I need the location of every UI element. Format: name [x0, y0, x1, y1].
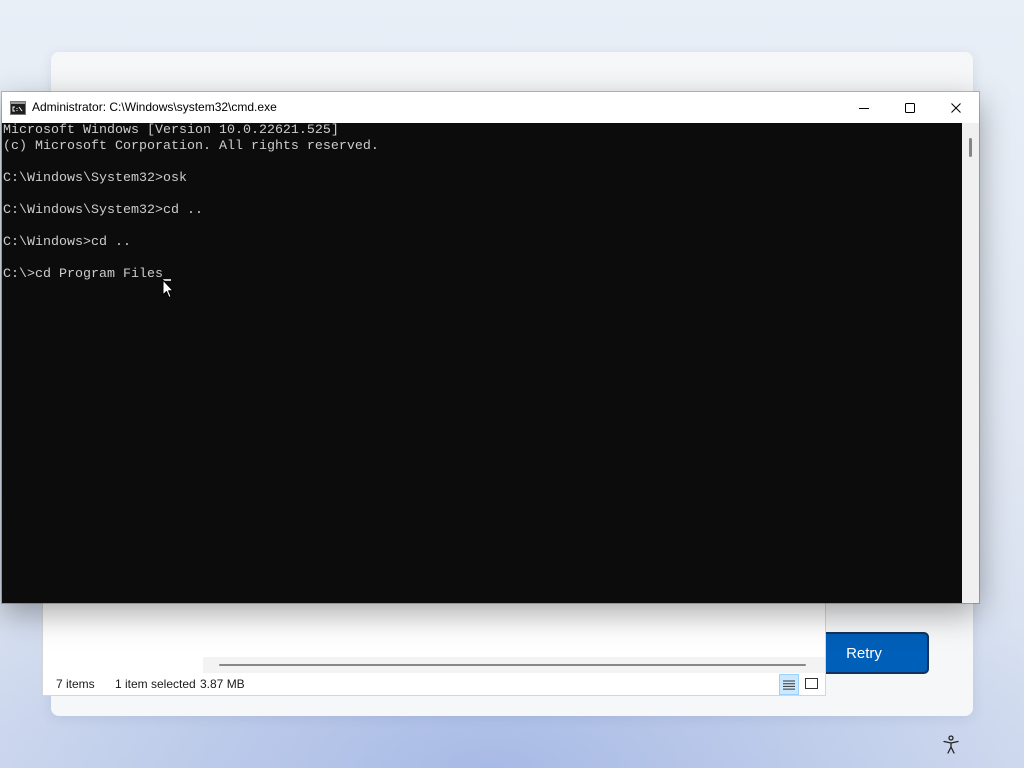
- status-size: 3.87 MB: [200, 677, 245, 691]
- large-icons-view-icon: [804, 678, 818, 689]
- cmd-icon: [10, 101, 26, 115]
- vertical-scrollbar-thumb[interactable]: [969, 138, 972, 157]
- maximize-button[interactable]: [887, 92, 933, 123]
- window-title: Administrator: C:\Windows\system32\cmd.e…: [32, 100, 277, 114]
- horizontal-scrollbar-thumb[interactable]: [219, 664, 806, 666]
- cmd-title-bar[interactable]: Administrator: C:\Windows\system32\cmd.e…: [2, 92, 979, 123]
- horizontal-scrollbar[interactable]: [203, 657, 825, 673]
- console-line: (c) Microsoft Corporation. All rights re…: [3, 139, 379, 154]
- explorer-status-bar: 7 items 1 item selected 3.87 MB: [43, 673, 825, 695]
- large-icons-view-button[interactable]: [803, 676, 819, 692]
- console-line: C:\Windows>cd ..: [3, 235, 131, 250]
- status-item-count: 7 items: [56, 677, 95, 691]
- mouse-pointer-icon: [162, 279, 174, 298]
- close-icon: [951, 102, 961, 113]
- accessibility-icon[interactable]: [942, 735, 960, 755]
- console-input-line[interactable]: C:\>cd Program Files: [3, 267, 962, 283]
- console-line: Microsoft Windows [Version 10.0.22621.52…: [3, 123, 339, 138]
- maximize-icon: [905, 102, 915, 113]
- status-selection: 1 item selected: [115, 677, 196, 691]
- cmd-window[interactable]: Administrator: C:\Windows\system32\cmd.e…: [2, 92, 979, 603]
- minimize-button[interactable]: [841, 92, 887, 123]
- console-line: C:\Windows\System32>cd ..: [3, 203, 203, 218]
- close-button[interactable]: [933, 92, 979, 123]
- console-line: C:\Windows\System32>osk: [3, 171, 187, 186]
- minimize-icon: [859, 107, 869, 109]
- vertical-scrollbar[interactable]: [962, 123, 979, 603]
- console-output[interactable]: Microsoft Windows [Version 10.0.22621.52…: [2, 123, 962, 603]
- details-view-button[interactable]: [779, 674, 799, 695]
- details-view-icon: [783, 680, 795, 690]
- console-command: C:\>cd Program Files: [3, 267, 163, 282]
